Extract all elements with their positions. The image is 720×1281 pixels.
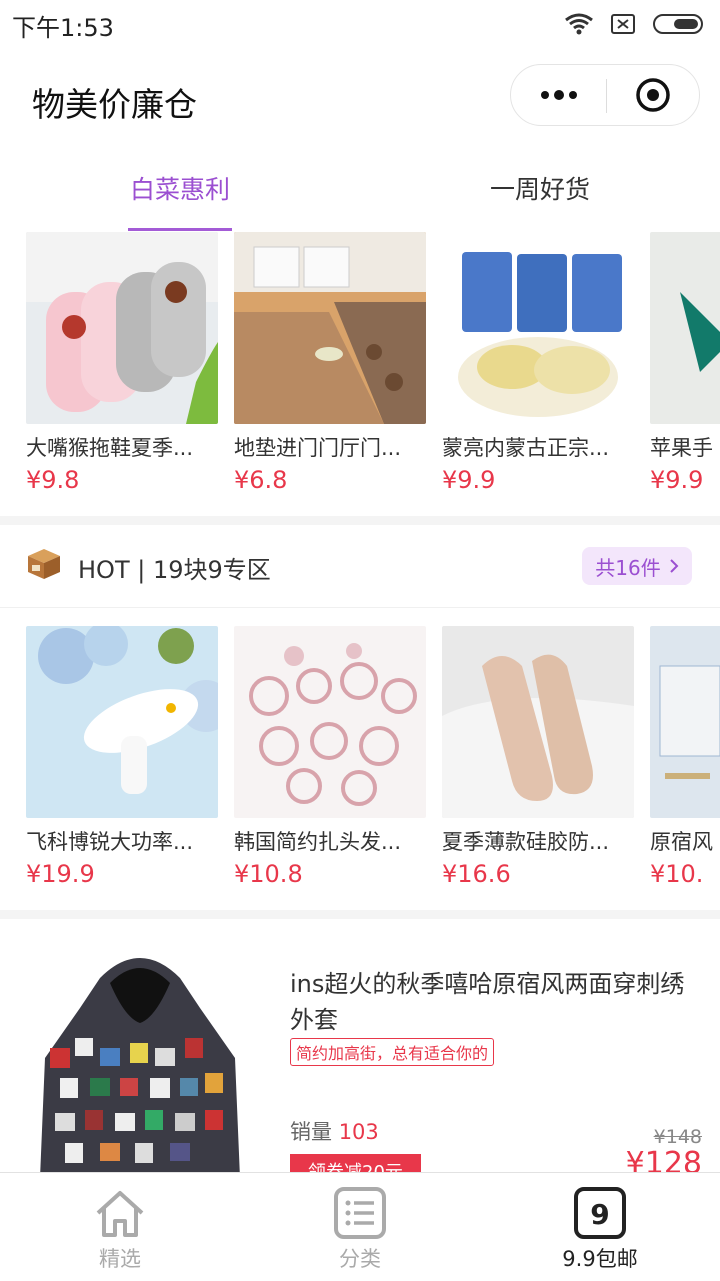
wifi-icon [565,13,593,35]
product-name: 夏季薄款硅胶防... [442,830,610,854]
tab-baicai[interactable]: 白菜惠利 [128,145,232,231]
product-image-bag [650,626,720,818]
product-price: ¥16.6 [442,860,511,888]
product-image-hair-dryer [26,626,218,818]
product-name: 韩国简约扎头发... [234,830,402,854]
tab-underline [128,228,232,231]
product-card[interactable]: 飞科博锐大功率... ¥19.9 [26,626,218,888]
product-title: ins超火的秋季嘻哈原宿风两面穿刺绣外套 [290,970,685,1034]
product-price: ¥6.8 [234,466,288,494]
product-card[interactable]: 韩国简约扎头发... ¥10.8 [234,626,426,888]
product-price: ¥19.9 [26,860,95,888]
tab-weekly[interactable]: 一周好货 [482,145,598,231]
product-card[interactable]: 地垫进门门厅门... ¥6.8 [234,232,426,494]
section-divider [0,516,720,525]
battery-icon [653,14,703,34]
hot-section-header: HOT | 19块9专区 共16件 [0,525,720,608]
product-name: 地垫进门门厅门... [234,436,402,460]
product-name: 蒙亮内蒙古正宗... [442,436,610,460]
status-time: 下午1:53 [12,14,114,42]
product-name: 大嘴猴拖鞋夏季... [26,436,194,460]
home-icon [96,1191,144,1237]
product-name: 飞科博锐大功率... [26,830,194,854]
product-image-hoodie [40,938,240,1172]
category-tabs: 白菜惠利 一周好货 [0,145,720,231]
product-image-phone-case [650,232,720,424]
product-name: 苹果手 [650,436,713,460]
product-listing-item[interactable]: ins超火的秋季嘻哈原宿风两面穿刺绣外套 简约加高街，总有适合你的 销量 103… [0,918,720,1172]
hot-count-button[interactable]: 共16件 [582,547,692,585]
nine-icon: 9 [574,1187,626,1239]
product-card[interactable]: 苹果手 ¥9.9 [650,232,720,494]
featured-strip: 大嘴猴拖鞋夏季... ¥9.8 地垫进门门厅门... ¥6.8 蒙亮内蒙古正宗.… [0,232,720,522]
tabbar-item-nine-nine[interactable]: 9 9.9包邮 [480,1173,720,1281]
product-price: ¥9.9 [442,466,496,494]
product-image-floor-mat [234,232,426,424]
product-card[interactable]: 大嘴猴拖鞋夏季... ¥9.8 [26,232,218,494]
product-image-hair-ties [234,626,426,818]
product-sales: 销量 103 [290,1120,379,1144]
product-price: ¥9.8 [26,466,80,494]
original-price: ¥148 [653,1126,702,1148]
target-icon [636,78,670,112]
product-card[interactable]: 夏季薄款硅胶防... ¥16.6 [442,626,634,888]
current-price: ¥128 [625,1146,702,1172]
hot-strip: 飞科博锐大功率... ¥19.9 韩国简约扎头发... ¥10.8 夏季薄款硅胶… [0,626,720,916]
capsule-menu [510,64,700,126]
product-image-socks [442,626,634,818]
chevron-right-icon [670,559,679,573]
status-bar: 下午1:53 [0,0,720,50]
close-button[interactable] [607,65,699,125]
product-tag: 简约加高街，总有适合你的 [290,1038,495,1066]
sim-off-icon [611,14,635,34]
product-price: ¥10.8 [234,860,303,888]
product-name: 原宿风 [650,830,713,854]
list-icon [334,1187,386,1239]
more-button[interactable] [511,65,607,125]
bottom-tab-bar: 精选 分类 9 9.9包邮 [0,1172,720,1281]
hot-section-title: HOT | 19块9专区 [78,556,271,584]
product-image-snacks [442,232,634,424]
tabbar-item-featured[interactable]: 精选 [0,1173,240,1281]
product-price: ¥10. [650,860,704,888]
coupon-button[interactable]: 领券减20元 [290,1154,421,1172]
sales-count: 103 [338,1120,379,1144]
product-card[interactable]: 蒙亮内蒙古正宗... ¥9.9 [442,232,634,494]
package-icon [28,549,60,579]
more-dots-icon [541,90,577,100]
page-title: 物美价廉仓 [32,85,197,124]
svg-text:9: 9 [590,1198,609,1231]
product-price: ¥9.9 [650,466,704,494]
tabbar-item-category[interactable]: 分类 [240,1173,480,1281]
product-image-slippers [26,232,218,424]
product-card[interactable]: 原宿风 ¥10. [650,626,720,888]
mini-program-header: 物美价廉仓 [0,50,720,145]
